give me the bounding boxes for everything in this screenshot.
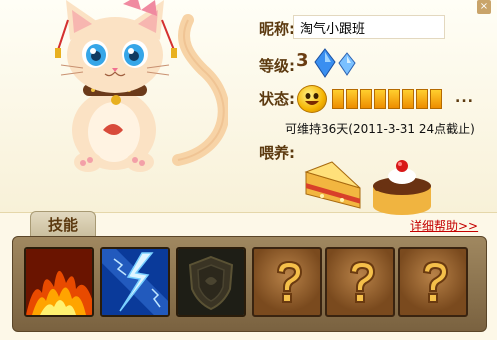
unknown-skill-icon[interactable] xyxy=(398,247,468,317)
pet-info-panel: × 昵称: 淘气小跟班 等级: 3 状态: ... 可维持36天(2011-3-… xyxy=(0,0,497,340)
status-bar-segment xyxy=(360,89,372,109)
nickname-field: 淘气小跟班 xyxy=(293,15,445,39)
nickname-value: 淘气小跟班 xyxy=(300,22,366,37)
level-label: 等级: xyxy=(259,57,295,75)
sustain-text: 可维持36天(2011-3-31 24点截止) xyxy=(285,122,475,136)
unknown-skill-icon[interactable] xyxy=(325,247,395,317)
nickname-label: 昵称: xyxy=(259,20,295,38)
unknown-skill-icon[interactable] xyxy=(252,247,322,317)
status-label: 状态: xyxy=(259,90,295,108)
close-button[interactable]: × xyxy=(477,0,491,14)
pet-cat-image xyxy=(55,0,228,172)
feed-label: 喂养: xyxy=(259,144,295,162)
fire-skill-icon[interactable] xyxy=(24,247,94,317)
status-bar-segment xyxy=(346,89,358,109)
status-bar-segment xyxy=(430,89,442,109)
status-bar-segment xyxy=(416,89,428,109)
tab-skills[interactable]: 技能 xyxy=(30,211,96,238)
status-bar-segment xyxy=(374,89,386,109)
level-value: 3 xyxy=(296,50,309,71)
status-bar-segment xyxy=(388,89,400,109)
shield-skill-icon[interactable] xyxy=(176,247,246,317)
cake-slice-icon[interactable] xyxy=(302,158,364,213)
status-more: ... xyxy=(455,90,474,106)
mood-face-icon xyxy=(297,85,327,113)
status-bar-segment xyxy=(332,89,344,109)
help-link[interactable]: 详细帮助>> xyxy=(410,217,478,234)
lightning-skill-icon[interactable] xyxy=(100,247,170,317)
level-gem-icon xyxy=(314,48,356,78)
status-bar-segment xyxy=(402,89,414,109)
chocolate-cake-icon[interactable] xyxy=(370,154,434,216)
